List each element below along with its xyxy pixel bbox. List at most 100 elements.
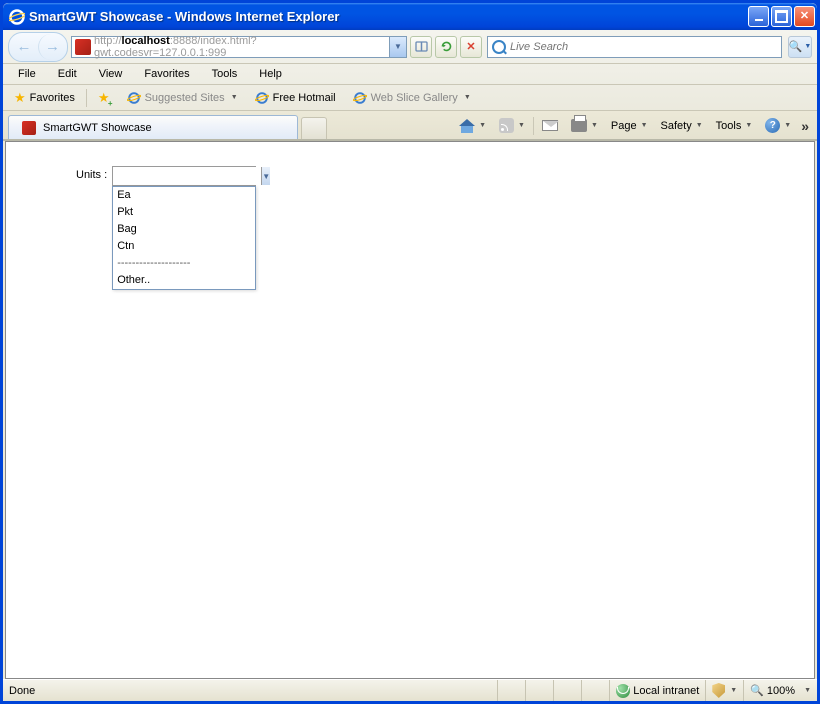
compat-view-button[interactable] <box>410 36 432 58</box>
favorites-button[interactable]: ★ Favorites <box>8 87 81 109</box>
chevron-down-icon: ▼ <box>479 122 486 129</box>
units-form-row: Units : ▼ Ea Pkt Bag Ctn ---------------… <box>76 166 256 186</box>
address-dropdown-button[interactable]: ▼ <box>389 37 406 57</box>
page-label: Page <box>611 120 637 132</box>
units-dropdown-button[interactable]: ▼ <box>261 167 270 185</box>
magnifier-icon: 🔍 <box>750 684 764 697</box>
menu-view[interactable]: View <box>89 65 133 83</box>
search-input[interactable] <box>510 41 781 53</box>
chevron-down-icon: ▼ <box>231 94 238 101</box>
units-option[interactable]: Ea <box>113 187 255 204</box>
status-cell <box>497 680 525 701</box>
menu-edit[interactable]: Edit <box>48 65 87 83</box>
url-scheme: http:// <box>94 35 122 47</box>
menu-bar: File Edit View Favorites Tools Help <box>3 64 817 85</box>
security-zone[interactable]: Local intranet <box>609 680 705 701</box>
favorites-bar: ★ Favorites ★ Suggested Sites ▼ Free Hot… <box>3 85 817 111</box>
menu-file[interactable]: File <box>8 65 46 83</box>
tab-favicon-icon <box>22 121 36 135</box>
nav-buttons: ← → <box>8 32 68 62</box>
tools-menu[interactable]: Tools▼ <box>711 117 758 135</box>
suggested-sites-link[interactable]: Suggested Sites ▼ <box>121 88 244 108</box>
page-menu[interactable]: Page ▼ <box>606 117 653 135</box>
status-text: Done <box>3 685 497 697</box>
tab-bar: SmartGWT Showcase ▼ ▼ ▼ Page ▼ Safety▼ To… <box>3 111 817 140</box>
back-button[interactable]: ← <box>10 34 38 60</box>
titlebar[interactable]: SmartGWT Showcase - Windows Internet Exp… <box>3 3 817 30</box>
status-cell <box>553 680 581 701</box>
ie-page-icon <box>353 91 367 105</box>
maximize-button[interactable] <box>771 6 792 27</box>
search-bar[interactable] <box>487 36 782 58</box>
print-button[interactable]: ▼ <box>566 116 603 135</box>
site-favicon-icon <box>75 39 91 55</box>
chevron-down-icon: ▼ <box>464 94 471 101</box>
units-option[interactable]: Other.. <box>113 272 255 289</box>
units-combo-wrap: ▼ Ea Pkt Bag Ctn -------------------- Ot… <box>112 166 256 186</box>
favorites-label: Favorites <box>30 92 75 104</box>
tools-label: Tools <box>716 120 742 132</box>
web-slice-gallery-link[interactable]: Web Slice Gallery ▼ <box>347 88 477 108</box>
overflow-chevron-icon[interactable]: » <box>799 118 811 134</box>
protected-mode[interactable]: ▼ <box>705 680 743 701</box>
home-icon <box>459 119 475 133</box>
status-cell <box>581 680 609 701</box>
menu-help[interactable]: Help <box>249 65 292 83</box>
refresh-button[interactable] <box>435 36 457 58</box>
tab-active[interactable]: SmartGWT Showcase <box>8 115 298 139</box>
status-cells: Local intranet ▼ 🔍 100% ▼ <box>497 680 817 701</box>
safety-menu[interactable]: Safety▼ <box>656 117 708 135</box>
command-bar: ▼ ▼ ▼ Page▼ Safety▼ Tools▼ ?▼ » <box>454 115 811 136</box>
chevron-down-icon: ▼ <box>804 687 811 694</box>
free-hotmail-link[interactable]: Free Hotmail <box>249 88 342 108</box>
divider <box>86 89 87 107</box>
home-button[interactable]: ▼ <box>454 116 491 136</box>
units-input[interactable] <box>113 167 261 185</box>
units-option[interactable]: Ctn <box>113 238 255 255</box>
hotmail-label: Free Hotmail <box>273 92 336 104</box>
units-option[interactable]: Bag <box>113 221 255 238</box>
forward-button[interactable]: → <box>38 34 66 60</box>
units-option-separator: -------------------- <box>113 255 255 272</box>
minimize-button[interactable] <box>748 6 769 27</box>
chevron-down-icon: ▼ <box>745 122 752 129</box>
star-plus-icon: ★ <box>98 90 110 106</box>
units-dropdown-list: Ea Pkt Bag Ctn -------------------- Othe… <box>112 186 256 290</box>
divider <box>533 117 534 135</box>
chevron-down-icon: ▼ <box>784 122 791 129</box>
ie-page-icon <box>255 91 269 105</box>
url-host: localhost <box>122 35 170 47</box>
star-icon: ★ <box>14 90 26 106</box>
menu-tools[interactable]: Tools <box>202 65 248 83</box>
ie-page-icon <box>127 91 141 105</box>
globe-icon <box>616 684 630 698</box>
rss-icon <box>499 118 514 133</box>
search-go-button[interactable]: 🔍▼ <box>788 36 812 58</box>
units-combobox[interactable]: ▼ <box>112 166 256 186</box>
chevron-down-icon: ▼ <box>696 122 703 129</box>
print-icon <box>571 119 587 132</box>
add-favorite-button[interactable]: ★ <box>92 87 116 109</box>
units-label: Units : <box>76 166 112 181</box>
zoom-control[interactable]: 🔍 100% ▼ <box>743 680 817 701</box>
mail-icon <box>542 120 558 131</box>
chevron-down-icon: ▼ <box>518 122 525 129</box>
zone-label: Local intranet <box>633 685 699 697</box>
browser-chrome: ← → http://localhost:8888/index.html?gwt… <box>3 30 817 141</box>
stop-button[interactable]: ✕ <box>460 36 482 58</box>
chevron-down-icon: ▼ <box>804 43 811 50</box>
close-button[interactable] <box>794 6 815 27</box>
units-option[interactable]: Pkt <box>113 204 255 221</box>
chevron-down-icon: ▼ <box>641 122 648 129</box>
menu-favorites[interactable]: Favorites <box>134 65 199 83</box>
help-button[interactable]: ?▼ <box>760 115 796 136</box>
new-tab-button[interactable] <box>301 117 327 139</box>
chevron-down-icon: ▼ <box>591 122 598 129</box>
shield-icon <box>712 683 725 698</box>
window-title: SmartGWT Showcase - Windows Internet Exp… <box>29 9 748 24</box>
magnifier-icon: 🔍 <box>789 40 803 53</box>
read-mail-button[interactable] <box>537 117 563 134</box>
address-bar[interactable]: http://localhost:8888/index.html?gwt.cod… <box>71 36 407 58</box>
feeds-button[interactable]: ▼ <box>494 115 530 136</box>
address-input[interactable]: http://localhost:8888/index.html?gwt.cod… <box>94 35 389 59</box>
